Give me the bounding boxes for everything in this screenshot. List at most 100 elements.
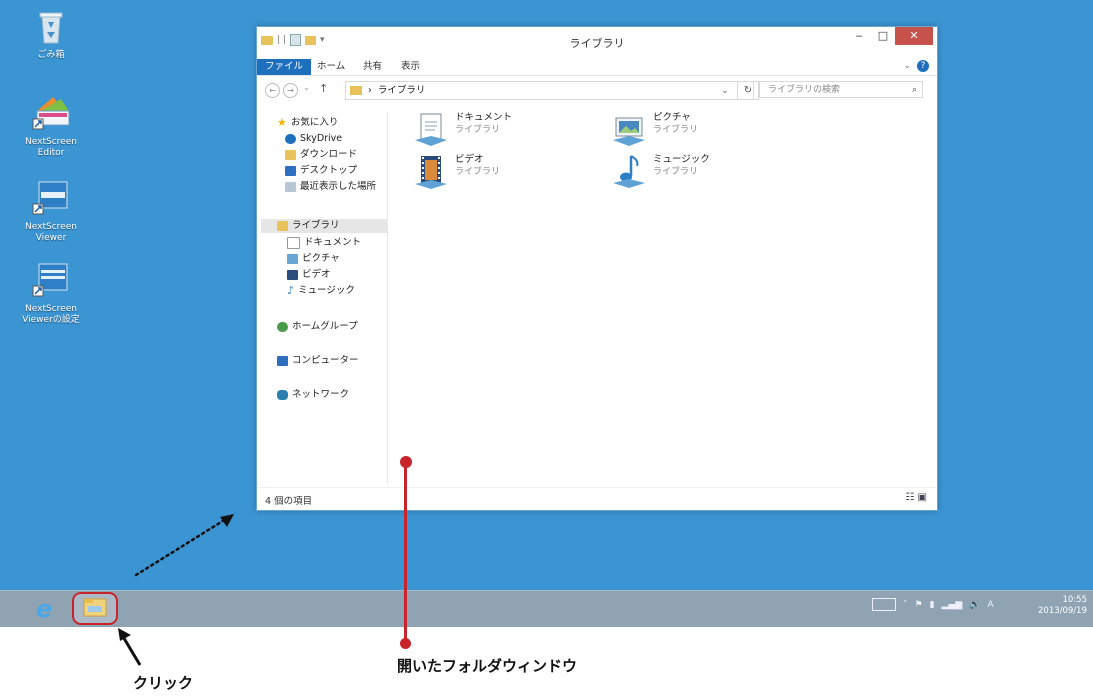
view-switcher: ☷ ▣ <box>905 492 927 503</box>
library-type: ライブラリ <box>653 125 699 135</box>
nav-documents[interactable]: ドキュメント <box>287 236 361 250</box>
nav-pictures[interactable]: ピクチャ <box>287 252 340 266</box>
clock-time: 10:55 <box>1062 595 1088 605</box>
window-caption-buttons: ‒ □ ✕ <box>847 27 933 45</box>
close-button[interactable]: ✕ <box>895 27 933 45</box>
status-bar: 4 個の項目 ☷ ▣ <box>257 487 937 510</box>
large-icons-view-icon[interactable]: ▣ <box>918 492 927 503</box>
action-center-flag-icon[interactable]: ⚑ <box>915 600 923 610</box>
up-button[interactable]: ↑ <box>319 82 328 95</box>
library-icon <box>350 86 362 95</box>
music-note-icon: ♪ <box>287 284 295 297</box>
desktop-icon-label: ごみ箱 <box>37 50 65 60</box>
search-input[interactable]: ライブラリの検索 ⌕ <box>759 81 923 98</box>
library-item-music[interactable]: ミュージック ライブラリ <box>611 154 710 190</box>
desktop-icon-label: NextScreen Viewer <box>25 222 77 243</box>
power-icon[interactable]: ▮ <box>930 600 935 610</box>
nav-downloads[interactable]: ダウンロード <box>285 148 357 162</box>
dotted-arrow <box>134 514 234 577</box>
nav-videos[interactable]: ビデオ <box>287 268 331 282</box>
document-icon <box>287 237 300 249</box>
tab-home[interactable]: ホーム <box>309 59 353 75</box>
desktop-icon <box>285 166 296 176</box>
ribbon-tabs: ファイル ホーム 共有 表示 ⌄ ? <box>257 59 937 76</box>
ime-indicator[interactable]: A <box>988 600 994 610</box>
explorer-window: | | ▾ ライブラリ ‒ □ ✕ ファイル ホーム 共有 表示 ⌄ ? ← →… <box>256 26 938 511</box>
search-icon[interactable]: ⌕ <box>912 82 917 99</box>
nav-music[interactable]: ♪ ミュージック <box>287 284 355 298</box>
cloud-icon <box>285 134 296 144</box>
pictures-library-icon <box>613 117 645 146</box>
library-icon <box>277 221 288 231</box>
library-type: ライブラリ <box>455 125 501 135</box>
address-row: ← → ⌄ ↑ › ライブラリ ⌄ ↻ ライブラリの検索 ⌕ <box>261 80 933 100</box>
nav-network[interactable]: ネットワーク <box>277 388 349 402</box>
nav-homegroup[interactable]: ホームグループ <box>277 320 358 334</box>
nextscreen-viewer-icon <box>16 180 86 220</box>
help-icon[interactable]: ? <box>917 60 929 72</box>
minimize-button[interactable]: ‒ <box>847 27 871 45</box>
library-type: ライブラリ <box>653 167 699 177</box>
window-titlebar[interactable]: | | ▾ ライブラリ ‒ □ ✕ <box>257 27 937 53</box>
download-icon <box>285 150 296 160</box>
library-name: ミュージック <box>653 154 710 165</box>
clock-date: 2013/09/19 <box>1038 606 1087 616</box>
recent-places-icon <box>285 182 296 192</box>
callout-end-dot <box>400 638 411 649</box>
computer-icon <box>277 356 288 366</box>
nextscreen-editor-icon <box>16 95 86 135</box>
film-icon <box>287 270 298 280</box>
refresh-button[interactable]: ↻ <box>737 81 759 100</box>
nav-libraries[interactable]: ライブラリ <box>261 219 387 233</box>
tab-file[interactable]: ファイル <box>257 59 312 75</box>
network-signal-icon[interactable]: ▂▄▆ <box>942 600 963 610</box>
nav-computer[interactable]: コンピューター <box>277 354 359 368</box>
nav-desktop[interactable]: デスクトップ <box>285 164 357 178</box>
videos-library-icon <box>415 156 447 189</box>
address-text: ライブラリ <box>377 85 426 96</box>
desktop-icon-nextscreen-viewer[interactable]: NextScreen Viewer <box>16 180 86 244</box>
tab-view[interactable]: 表示 <box>393 59 428 75</box>
navigation-pane: ★ お気に入り SkyDrive ダウンロード デスクトップ 最近表示した場所 <box>261 112 388 484</box>
forward-button[interactable]: → <box>283 83 298 98</box>
recent-locations-icon[interactable]: ⌄ <box>303 83 310 92</box>
file-explorer-taskbar-button[interactable] <box>72 592 118 625</box>
recycle-bin-icon <box>16 10 86 48</box>
internet-explorer-icon[interactable]: e <box>31 597 57 621</box>
content-pane: ドキュメント ライブラリ ピクチャ ライブラリ ビデオ ライブラリ ミュージック… <box>397 112 933 484</box>
search-placeholder: ライブラリの検索 <box>768 85 841 95</box>
tab-share[interactable]: 共有 <box>355 59 390 75</box>
volume-icon[interactable]: 🔈 <box>969 600 980 610</box>
library-item-documents[interactable]: ドキュメント ライブラリ <box>413 112 512 148</box>
desktop-icon-nextscreen-viewer-settings[interactable]: NextScreen Viewerの設定 <box>16 262 86 326</box>
system-tray: ˄ ⚑ ▮ ▂▄▆ 🔈 A <box>872 598 994 611</box>
address-dropdown-icon[interactable]: ⌄ <box>721 82 729 99</box>
address-bar[interactable]: › ライブラリ ⌄ <box>345 81 754 100</box>
library-item-videos[interactable]: ビデオ ライブラリ <box>413 154 500 190</box>
desktop-icon-nextscreen-editor[interactable]: NextScreen Editor <box>16 95 86 159</box>
music-library-icon <box>613 155 645 188</box>
address-separator: › <box>368 85 372 96</box>
picture-icon <box>287 254 298 264</box>
details-view-icon[interactable]: ☷ <box>905 492 914 503</box>
nav-skydrive[interactable]: SkyDrive <box>285 132 342 146</box>
item-count: 4 個の項目 <box>265 496 313 507</box>
window-title: ライブラリ <box>569 37 625 50</box>
nav-favorites[interactable]: ★ お気に入り <box>277 116 338 130</box>
library-item-pictures[interactable]: ピクチャ ライブラリ <box>611 112 698 148</box>
keyboard-icon[interactable] <box>872 598 896 611</box>
show-hidden-icons-icon[interactable]: ˄ <box>903 600 908 610</box>
maximize-button[interactable]: □ <box>871 27 895 45</box>
library-type: ライブラリ <box>455 167 501 177</box>
nav-recent-places[interactable]: 最近表示した場所 <box>285 180 376 194</box>
network-icon <box>277 390 288 400</box>
back-button[interactable]: ← <box>265 83 280 98</box>
desktop-icon-recycle-bin[interactable]: ごみ箱 <box>16 10 86 61</box>
click-arrow <box>118 628 142 666</box>
star-icon: ★ <box>277 116 287 129</box>
library-name: ドキュメント <box>455 112 513 123</box>
ribbon-expand-icon[interactable]: ⌄ <box>903 61 911 71</box>
desktop-icon-label: NextScreen Editor <box>25 137 77 158</box>
taskbar-clock[interactable]: 10:55 2013/09/19 <box>1038 595 1087 617</box>
file-explorer-icon <box>83 598 107 617</box>
